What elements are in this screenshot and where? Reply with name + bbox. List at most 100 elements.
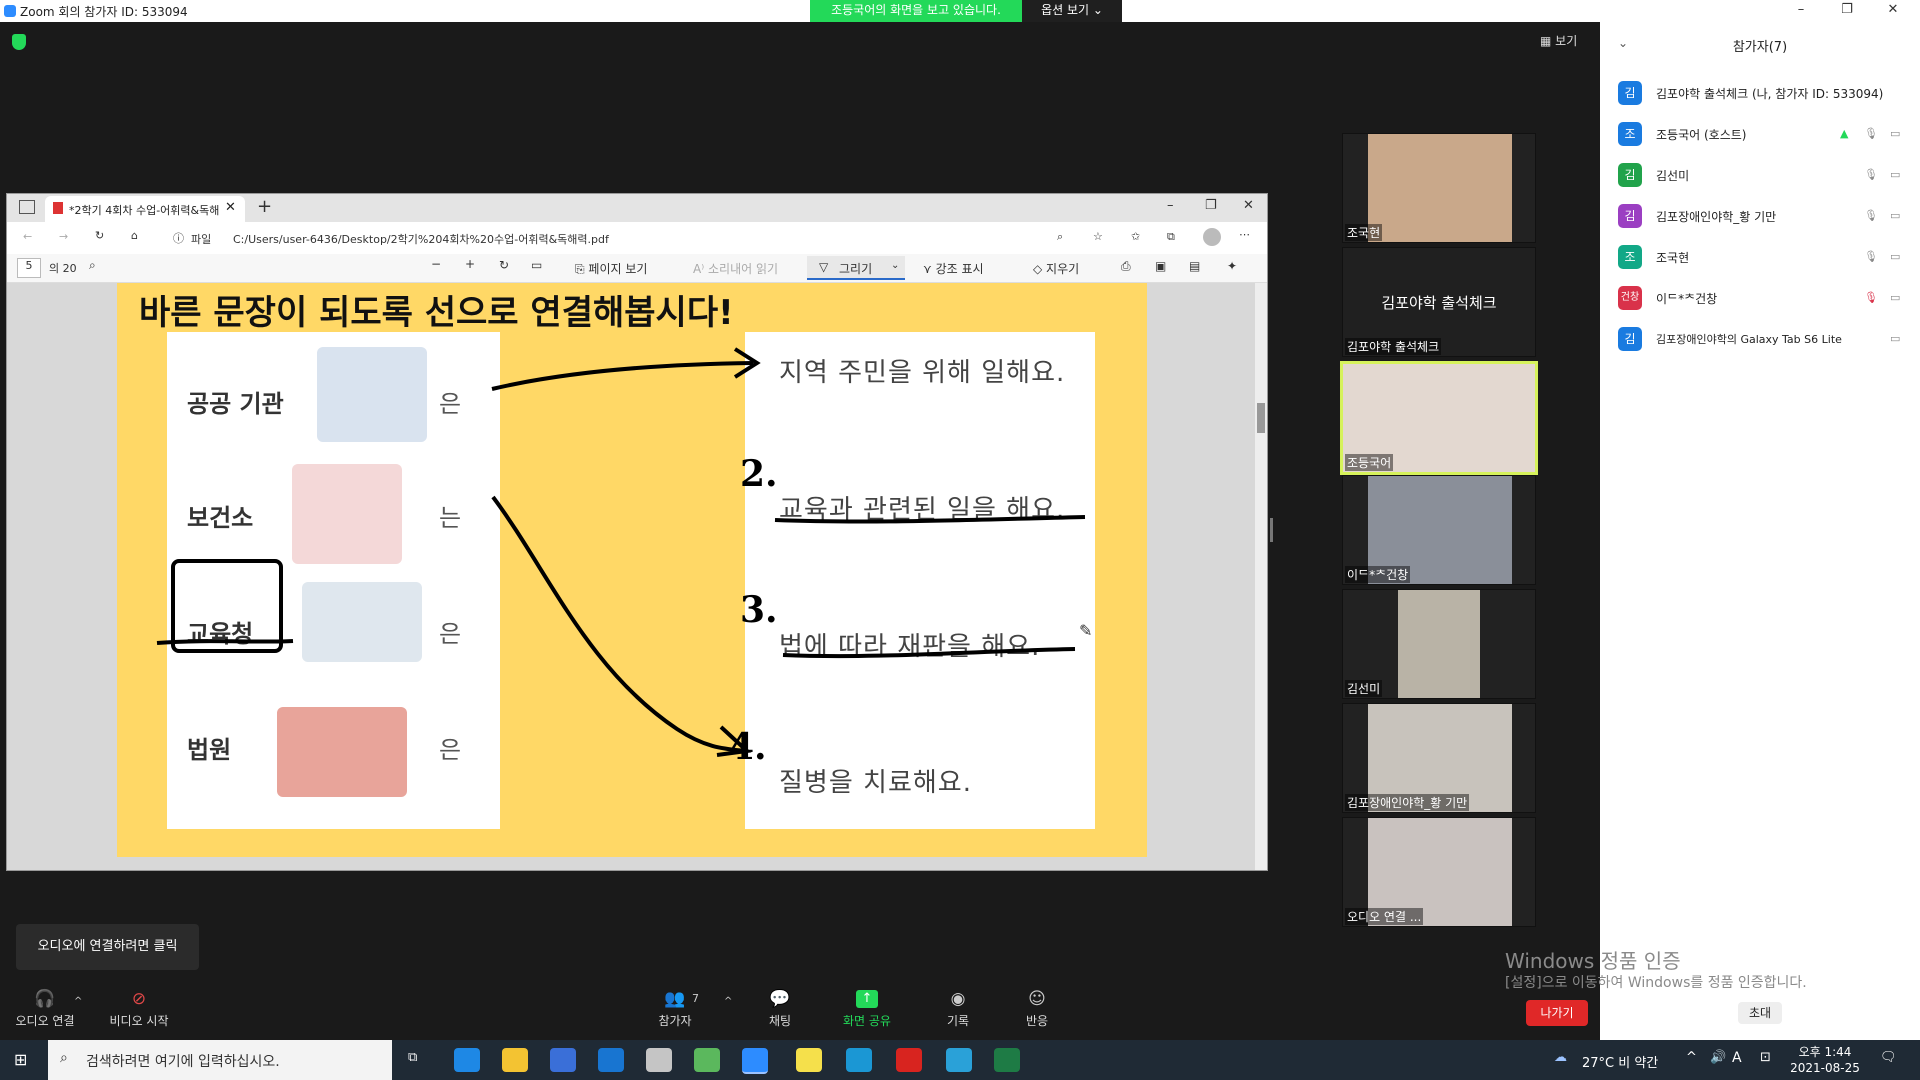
pdf-scrollbar[interactable] [1255, 283, 1267, 870]
store-icon[interactable] [550, 1048, 576, 1072]
mic-muted-icon[interactable]: 🎙 [1864, 291, 1878, 304]
home-icon[interactable]: ⌂ [131, 229, 138, 242]
participant-row[interactable]: 조 조국현 🎙 ▭ [1618, 242, 1918, 272]
page-number-input[interactable]: 5 [17, 258, 41, 278]
more-icon[interactable]: ⋯ [1239, 228, 1250, 241]
search-icon[interactable]: ⌕ [89, 258, 96, 273]
participants-button[interactable]: 👥 참가자 [640, 990, 710, 1029]
share-screen-button[interactable]: ↑ 화면 공유 [832, 990, 902, 1029]
mic-icon[interactable]: 🎙 [1864, 127, 1878, 140]
edge-icon[interactable] [454, 1048, 480, 1072]
windows-start-icon[interactable]: ⊞ [14, 1050, 32, 1069]
audio-options-chevron-icon[interactable]: ^ [74, 996, 82, 1007]
clock-time[interactable]: 오후 1:44 [1790, 1043, 1860, 1060]
chat-button[interactable]: 💬 채팅 [745, 990, 815, 1029]
resize-handle[interactable] [1270, 518, 1273, 542]
refresh-icon[interactable]: ↻ [95, 229, 104, 242]
ime-icon[interactable]: ⊡ [1760, 1050, 1771, 1065]
scrollbar-thumb[interactable] [1257, 403, 1265, 433]
video-tile-7[interactable]: 오디오 연결 ... [1342, 817, 1536, 927]
favorites-icon[interactable]: ✩ [1131, 230, 1140, 243]
forward-icon[interactable]: → [59, 230, 68, 243]
audio-button[interactable]: 🎧 오디오 연결 [10, 990, 80, 1029]
camera-icon[interactable]: ▭ [1890, 209, 1900, 222]
input-language[interactable]: A [1732, 1050, 1742, 1066]
save-icon[interactable]: ▣ [1155, 259, 1166, 273]
invite-button[interactable]: 초대 [1738, 1002, 1782, 1024]
close-button[interactable]: ✕ [1870, 0, 1916, 22]
file-explorer-icon[interactable] [502, 1048, 528, 1072]
leave-button[interactable]: 나가기 [1526, 1000, 1588, 1026]
camera-icon[interactable]: ▭ [1890, 127, 1900, 140]
camera-icon[interactable]: ▭ [1890, 291, 1900, 304]
record-button[interactable]: ◉ 기록 [923, 990, 993, 1029]
participant-row[interactable]: 건창 이ᄃ*ᄎ건창 🎙 ▭ [1618, 283, 1918, 313]
browser-restore-icon[interactable]: ❐ [1205, 198, 1217, 213]
clock-date[interactable]: 2021-08-25 [1790, 1061, 1860, 1075]
hangul-icon[interactable] [846, 1048, 872, 1072]
browser-close-icon[interactable]: ✕ [1243, 198, 1254, 213]
notification-icon[interactable]: 🗨 [1880, 1050, 1897, 1065]
browser-tab[interactable]: *2학기 4회차 수업-어휘력&독해 ✕ [45, 196, 245, 222]
read-aloud-button[interactable]: A⁾ 소리내어 읽기 [693, 260, 778, 277]
participant-row[interactable]: 김 김포장애인야학의 Galaxy Tab S6 Lite ▭ [1618, 324, 1918, 354]
sticky-notes-icon[interactable] [796, 1048, 822, 1072]
save-as-icon[interactable]: ▤ [1189, 259, 1200, 273]
participants-options-chevron-icon[interactable]: ^ [724, 996, 732, 1007]
app-icon[interactable] [694, 1048, 720, 1072]
camera-icon[interactable]: ▭ [1890, 250, 1900, 263]
url-text[interactable]: C:/Users/user-6436/Desktop/2학기%204회차%20수… [233, 231, 609, 247]
highlight-button[interactable]: ⋎ 강조 표시 [923, 260, 984, 277]
video-button[interactable]: ⊘ 비디오 시작 [104, 990, 174, 1029]
draw-button[interactable]: ▽ 그리기 ⌄ [807, 256, 905, 280]
zoom-out-icon[interactable]: − [431, 257, 441, 271]
paint-icon[interactable] [646, 1048, 672, 1072]
excel-icon[interactable] [994, 1048, 1020, 1072]
tab-actions-icon[interactable] [19, 200, 35, 214]
video-tile-5[interactable]: 김선미 [1342, 589, 1536, 699]
view-button[interactable]: ▦ 보기 [1540, 32, 1577, 49]
browser-minimize-icon[interactable]: – [1167, 198, 1174, 213]
profile-avatar[interactable] [1203, 228, 1221, 246]
task-view-icon[interactable]: ⧉ [408, 1050, 417, 1065]
mail-icon[interactable] [598, 1048, 624, 1072]
audio-tooltip[interactable]: 오디오에 연결하려면 클릭 [16, 924, 199, 970]
volume-icon[interactable]: 🔊 [1710, 1050, 1726, 1065]
video-tile-1[interactable]: 조국현 [1342, 133, 1536, 243]
pin-icon[interactable]: ✦ [1227, 259, 1237, 273]
rotate-icon[interactable]: ↻ [499, 258, 509, 272]
camera-icon[interactable]: ▭ [1890, 332, 1900, 345]
weather-text[interactable]: 27°C 비 약간 [1582, 1052, 1658, 1071]
view-options-button[interactable]: 옵션 보기 ⌄ [1022, 0, 1122, 22]
reactions-button[interactable]: ☺ 반응 [1002, 990, 1072, 1029]
back-icon[interactable]: ← [23, 230, 32, 243]
video-tile-active-speaker[interactable]: 조등국어 [1340, 361, 1538, 475]
mic-icon[interactable]: 🎙 [1864, 209, 1878, 222]
video-tile-4[interactable]: 이ᄃ*ᄎ건창 [1342, 475, 1536, 585]
collections-icon[interactable]: ⧉ [1167, 230, 1175, 244]
taskbar-search[interactable]: ⌕ 검색하려면 여기에 입력하십시오. [48, 1040, 392, 1080]
mic-icon[interactable]: 🎙 [1864, 250, 1878, 263]
new-tab-icon[interactable]: + [257, 196, 272, 217]
zoom-taskbar-icon[interactable] [742, 1048, 768, 1074]
page-view-button[interactable]: ⎘ 페이지 보기 [575, 260, 647, 277]
participant-row[interactable]: 김 김포야학 출석체크 (나, 참가자 ID: 533094) [1618, 78, 1918, 108]
erase-button[interactable]: ◇ 지우기 [1033, 260, 1079, 277]
mic-icon[interactable]: 🎙 [1864, 168, 1878, 181]
print-icon[interactable]: ⎙ [1121, 259, 1131, 274]
zoom-in-icon[interactable]: + [465, 257, 475, 271]
video-tile-2[interactable]: 김포야학 출석체크 김포야학 출석체크 [1342, 247, 1536, 357]
video-tile-6[interactable]: 김포장애인야학_황 기만 [1342, 703, 1536, 813]
favorite-icon[interactable]: ☆ [1093, 230, 1103, 243]
tray-chevron-icon[interactable]: ^ [1686, 1050, 1697, 1065]
acrobat-icon[interactable] [896, 1048, 922, 1072]
camera-icon[interactable]: ▭ [1890, 168, 1900, 181]
tab-close-icon[interactable]: ✕ [225, 200, 236, 215]
restore-button[interactable]: ❐ [1824, 0, 1870, 22]
participant-row[interactable]: 조 조등국어 (호스트) ▲ 🎙 ▭ [1618, 119, 1918, 149]
encryption-shield-icon[interactable] [12, 34, 26, 50]
participant-row[interactable]: 김 김선미 🎙 ▭ [1618, 160, 1918, 190]
zoom-search-icon[interactable]: ⌕ [1057, 230, 1063, 244]
fit-page-icon[interactable]: ▭ [531, 258, 542, 272]
participant-row[interactable]: 김 김포장애인야학_황 기만 🎙 ▭ [1618, 201, 1918, 231]
